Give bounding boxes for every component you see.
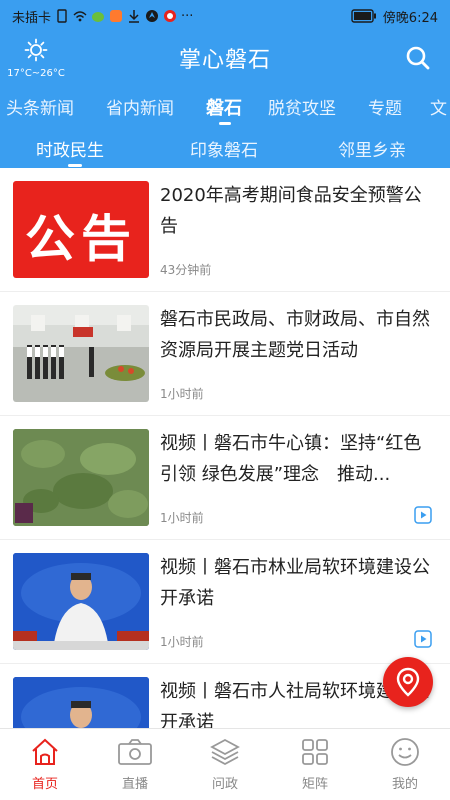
battery-icon — [351, 9, 376, 23]
news-item[interactable]: 视频丨磐石市林业局软环境建设公开承诺 1小时前 — [0, 540, 450, 664]
bottom-navigation: 首页 直播 问政 矩阵 我的 — [0, 728, 450, 800]
sub-tabs: 时政民生 印象磐石 邻里乡亲 — [0, 128, 450, 168]
location-fab[interactable] — [383, 657, 433, 707]
news-title[interactable]: 视频丨磐石市牛心镇：坚持“红色引领 绿色发展”理念 推动... — [160, 428, 430, 490]
status-bar: 未插卡 ··· 傍晚6:24 — [0, 0, 450, 32]
news-feed[interactable]: 公告 2020年高考期间食品安全预警公告 43分钟前 磐石市民政局、市财政局、市… — [0, 168, 450, 728]
news-time: 1小时前 — [160, 387, 204, 401]
news-title[interactable]: 视频丨磐石市林业局软环境建设公开承诺 — [160, 552, 430, 614]
more-notifications: ··· — [181, 8, 194, 24]
video-play-icon — [414, 506, 432, 524]
news-time: 1小时前 — [160, 511, 204, 525]
plants-photo — [13, 429, 149, 526]
grid-icon — [302, 739, 328, 765]
nav-label: 首页 — [31, 777, 58, 792]
channel-tab-special[interactable]: 专题 — [368, 94, 402, 119]
location-pin-icon — [396, 667, 420, 697]
nav-matrix[interactable]: 矩阵 — [280, 737, 350, 792]
nav-home[interactable]: 首页 — [10, 737, 80, 792]
app-notification-icon — [92, 12, 105, 22]
news-time: 1小时前 — [160, 635, 204, 649]
news-item[interactable]: 磐石市民政局、市财政局、市自然资源局开展主题党日活动 1小时前 — [0, 292, 450, 416]
app-notification-icon — [164, 10, 177, 22]
channel-tab-headlines[interactable]: 头条新闻 — [6, 94, 74, 119]
home-icon — [32, 738, 58, 765]
search-button[interactable] — [404, 44, 432, 72]
download-icon — [129, 10, 140, 23]
subtab-impression[interactable]: 印象磐石 — [190, 136, 258, 161]
channel-tab-culture[interactable]: 文 — [430, 94, 447, 119]
app-header: 17°C~26°C 掌心磐石 — [0, 32, 450, 84]
subtab-neighbors[interactable]: 邻里乡亲 — [338, 136, 406, 161]
layers-icon — [210, 738, 240, 766]
smiley-icon — [391, 738, 419, 766]
tv-interview-photo — [13, 553, 149, 650]
nav-profile[interactable]: 我的 — [370, 737, 440, 792]
search-icon — [406, 46, 430, 70]
video-camera-icon — [118, 739, 152, 765]
nav-inquiry[interactable]: 问政 — [190, 737, 260, 792]
thumbnail-video — [13, 553, 149, 650]
news-item[interactable]: 视频丨磐石市牛心镇：坚持“红色引领 绿色发展”理念 推动... 1小时前 — [0, 416, 450, 540]
nav-live[interactable]: 直播 — [100, 737, 170, 792]
app-title: 掌心磐石 — [178, 48, 271, 73]
thumbnail-caption: 公告 — [25, 210, 137, 268]
nav-label: 直播 — [121, 777, 148, 792]
thumbnail-photo — [13, 305, 149, 402]
channel-tab-poverty[interactable]: 脱贫攻坚 — [268, 94, 336, 119]
meeting-hall-photo — [13, 315, 149, 381]
subtab-politics[interactable]: 时政民生 — [36, 136, 104, 161]
sim-icon — [57, 9, 67, 23]
clock: 傍晚6:24 — [382, 10, 438, 26]
news-time: 43分钟前 — [160, 263, 212, 277]
thumbnail-video — [13, 429, 149, 526]
app-notification-icon — [110, 10, 123, 22]
thumbnail-video — [13, 677, 149, 728]
channel-tab-panshi[interactable]: 磐石 — [206, 94, 242, 120]
news-title[interactable]: 2020年高考期间食品安全预警公告 — [160, 180, 430, 242]
channel-tab-province[interactable]: 省内新闻 — [106, 94, 174, 119]
thumbnail-announcement: 公告 — [13, 181, 149, 278]
nav-label: 矩阵 — [301, 777, 328, 792]
wifi-icon — [73, 11, 87, 22]
news-item[interactable]: 公告 2020年高考期间食品安全预警公告 43分钟前 — [0, 168, 450, 292]
navigation-icon — [146, 10, 159, 22]
tv-interview-photo — [13, 677, 149, 728]
nav-label: 问政 — [211, 777, 238, 792]
active-subtab-indicator — [68, 164, 82, 167]
carrier-text: 未插卡 — [12, 10, 52, 26]
active-channel-indicator — [219, 122, 231, 125]
video-play-icon — [414, 630, 432, 648]
nav-label: 我的 — [391, 777, 418, 792]
news-title[interactable]: 磐石市民政局、市财政局、市自然资源局开展主题党日活动 — [160, 304, 430, 366]
channel-tabs: 头条新闻 省内新闻 磐石 脱贫攻坚 专题 文 — [0, 84, 450, 128]
